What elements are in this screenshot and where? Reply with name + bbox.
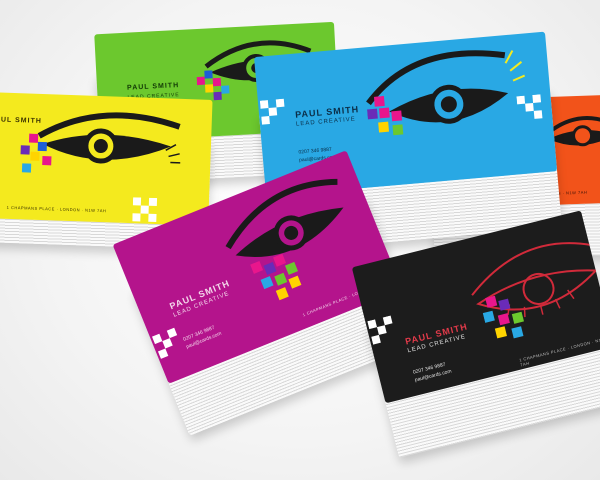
checker-corner-icon [516,94,543,119]
checker-corner-icon [259,98,285,125]
business-card-stacks-photo: 1 CHAPMANS PLACE · LONDON · N1W 7AH PAUL… [0,0,600,480]
pixel-squares-icon [20,133,52,173]
card-name: PAUL SMITH [126,82,180,92]
card-address: 1 CHAPMANS PLACE · LONDON · N1W 7AH [6,204,107,214]
checker-corner-icon [151,327,178,359]
pixel-squares-icon [367,95,404,136]
card-name: PAUL SMITH [0,116,42,125]
checker-corner-icon [367,315,393,345]
checker-corner-icon [132,197,158,223]
card-stack-black: PAUL SMITH LEAD CREATIVE 0207 346 9887 p… [351,210,600,458]
card-face-yellow: PAUL SMITH 1 CHAPMANS PLACE · LONDON · N… [0,92,213,226]
